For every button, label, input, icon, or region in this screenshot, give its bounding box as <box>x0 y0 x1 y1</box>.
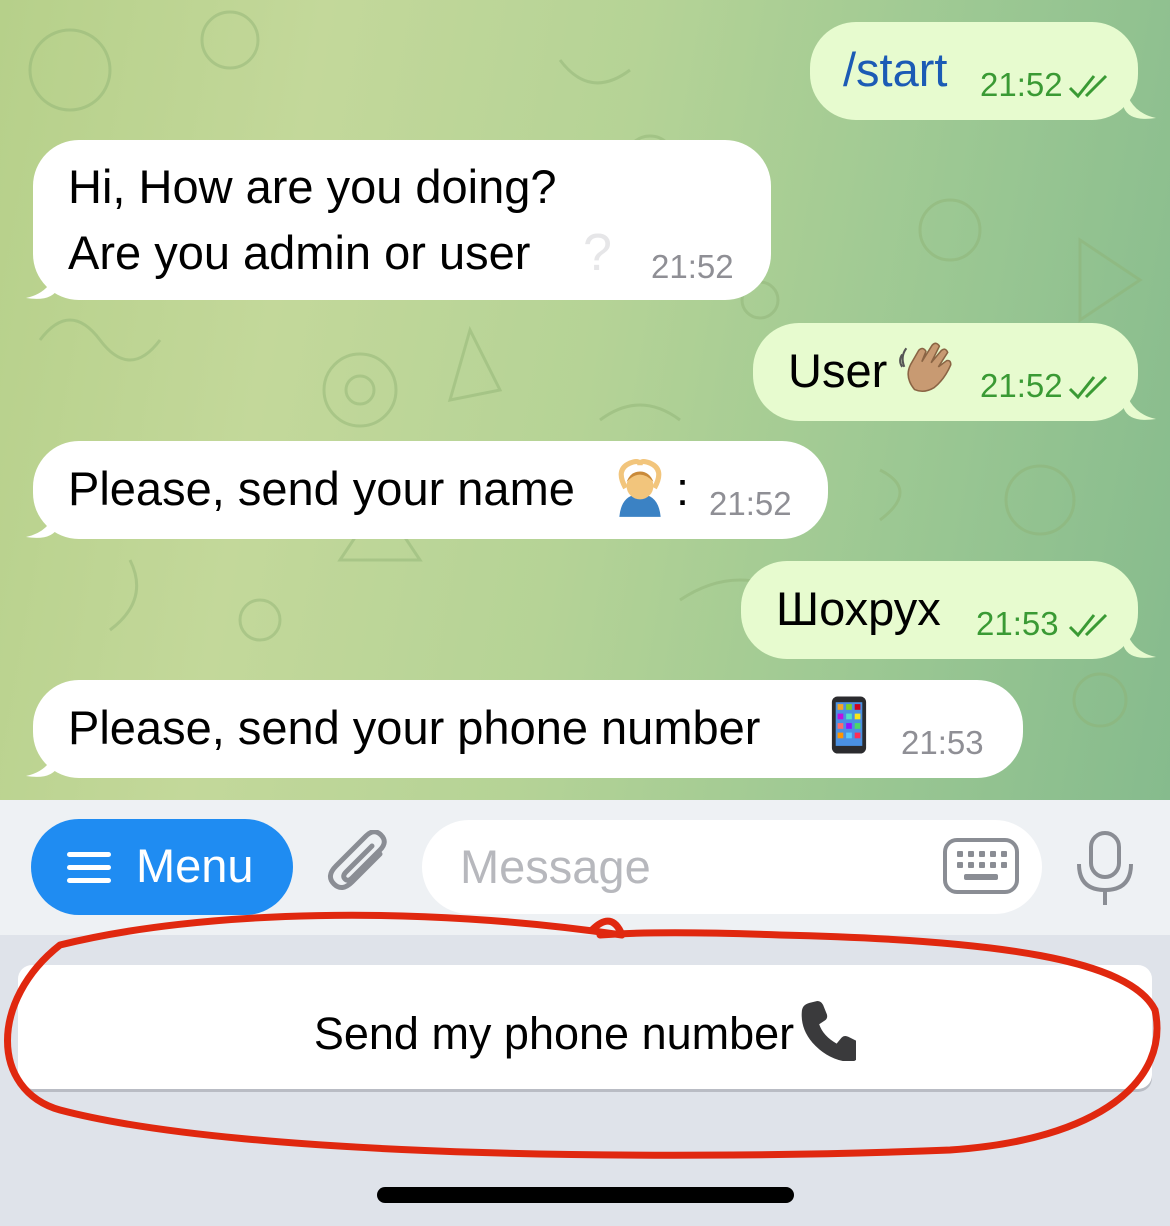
incoming-message[interactable]: Hi, How are you doing? Are you admin or … <box>33 140 771 300</box>
menu-button[interactable]: Menu <box>31 819 293 915</box>
white-question-mark-icon: ? <box>583 224 612 282</box>
reply-button-label-row: Send my phone number <box>18 999 1152 1062</box>
bubble-tail <box>1124 383 1156 420</box>
message-time: 21:53 <box>901 724 984 761</box>
double-check-icon <box>1068 74 1108 99</box>
bubble-tail <box>26 501 58 538</box>
message-time: 21:52 <box>709 485 792 522</box>
message-suffix: : <box>676 462 690 515</box>
command-link[interactable]: /start <box>843 37 947 103</box>
bubble-tail <box>26 262 58 299</box>
double-check-icon <box>1068 375 1108 400</box>
home-indicator <box>377 1187 794 1203</box>
bubble-tail <box>1124 621 1156 658</box>
hamburger-icon <box>67 852 111 883</box>
message-text-line: Hi, How are you doing? <box>68 160 557 213</box>
send-phone-number-button[interactable]: Send my phone number <box>18 965 1152 1089</box>
outgoing-message[interactable]: /start 21:52 <box>810 22 1138 120</box>
incoming-message[interactable]: Please, send your phone number 21:53 <box>33 680 1023 778</box>
mobile-phone-icon <box>831 696 867 754</box>
waving-hand-icon <box>899 342 952 393</box>
message-text-line: Are you admin or user <box>68 226 531 279</box>
telephone-receiver-icon <box>801 1000 862 1062</box>
message-time: 21:52 <box>980 367 1063 404</box>
outgoing-message[interactable]: Шохрух 21:53 <box>741 561 1138 659</box>
man-gesturing-ok-icon <box>618 458 662 517</box>
message-text: Please, send your name <box>68 462 575 515</box>
bubble-tail <box>1124 82 1156 119</box>
message-text: Шохрух <box>776 582 941 635</box>
message-text: User <box>788 344 888 397</box>
message-text: Please, send your phone number <box>68 701 761 754</box>
bubble-tail <box>26 740 58 777</box>
message-time: 21:52 <box>980 66 1063 103</box>
incoming-message[interactable]: Please, send your name : 21:52 <box>33 441 828 539</box>
message-time: 21:52 <box>651 248 734 285</box>
chat-area[interactable]: /start 21:52 Hi, How are you doing? Are … <box>0 0 1170 800</box>
paperclip-icon[interactable] <box>322 830 396 904</box>
reply-button-label: Send my phone number <box>313 1008 795 1059</box>
message-time: 21:53 <box>976 605 1059 642</box>
message-placeholder: Message <box>460 840 651 893</box>
menu-label: Menu <box>136 839 254 892</box>
outgoing-message[interactable]: User 21:52 <box>753 323 1138 421</box>
double-check-icon <box>1068 613 1108 638</box>
microphone-icon[interactable] <box>1074 830 1136 908</box>
keyboard-icon[interactable] <box>942 837 1020 895</box>
